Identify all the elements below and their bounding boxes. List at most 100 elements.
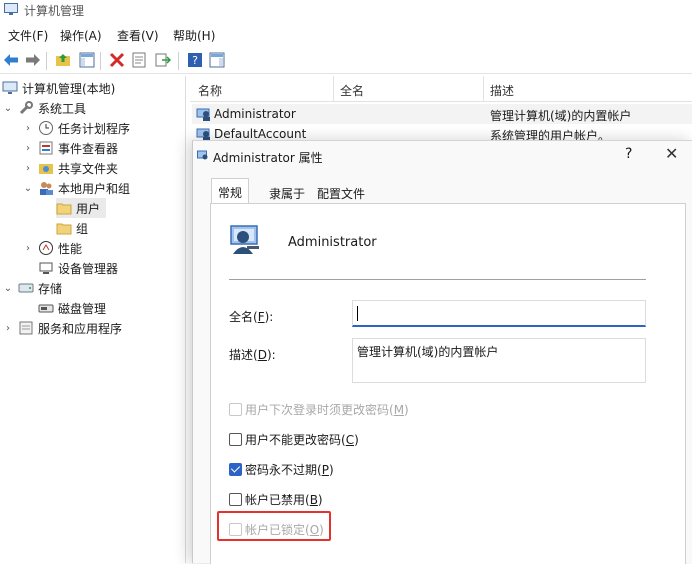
password-never-expires-checkbox[interactable] [229,462,242,476]
tree-item-performance[interactable]: › 性能 [22,238,82,258]
device-manager-icon [38,260,54,276]
must-change-password-option[interactable]: 用户下次登录时须更改密码(M) [229,400,409,418]
tree-item-services[interactable]: › 服务和应用程序 [2,318,122,338]
menu-bar: 文件(F) 操作(A) 查看(V) 帮助(H) [0,24,692,46]
services-icon [18,320,34,336]
toolbar-separator [178,52,179,70]
tree-label-groups: 组 [76,221,89,236]
chevron-right-icon[interactable]: › [2,323,14,334]
toolbar-separator [46,52,47,70]
disk-icon [38,300,54,316]
row-description: 管理计算机(域)的内置帐户 [490,109,632,123]
tree-label-event-viewer: 事件查看器 [58,141,119,156]
show-hide-tree-icon[interactable] [78,51,96,69]
tree-label-task-scheduler: 任务计划程序 [58,121,131,136]
tree-label-users: 用户 [76,201,101,216]
user-icon [196,106,212,122]
menu-file[interactable]: 文件(F) [8,27,48,44]
svg-text:?: ? [192,54,198,67]
help-icon[interactable]: ? [186,51,204,69]
column-header-name[interactable]: 名称 [198,82,222,99]
column-header-description[interactable]: 描述 [490,82,514,99]
cannot-change-password-option[interactable]: 用户不能更改密码(C) [229,430,359,448]
navigation-tree: 计算机管理(本地) ⌄ 系统工具 › 任务计划程序 › 事件查看器 › 共享文件… [0,76,186,563]
list-header: 名称 全名 描述 [190,76,692,102]
computer-management-icon [4,3,18,15]
chevron-down-icon[interactable]: ⌄ [2,103,14,114]
show-action-pane-icon[interactable] [208,51,226,69]
general-tab-panel: Administrator 全名(F): 描述(D): 管理计算机(域)的内置帐… [210,203,686,564]
forward-arrow-icon[interactable] [24,51,42,69]
tree-label-services: 服务和应用程序 [38,321,123,336]
event-log-icon [38,140,54,156]
menu-action[interactable]: 操作(A) [60,27,102,44]
tree-label-disk-management: 磁盘管理 [58,301,107,316]
tree-item-task-scheduler[interactable]: › 任务计划程序 [22,118,130,138]
window-title: 计算机管理 [24,4,85,18]
performance-icon [38,240,54,256]
cannot-change-password-checkbox[interactable] [229,432,242,446]
up-folder-icon[interactable] [54,51,72,69]
shared-folder-icon [38,160,54,176]
menu-help[interactable]: 帮助(H) [173,27,215,44]
description-label: 描述(D): [229,348,276,362]
tree-item-event-viewer[interactable]: › 事件查看器 [22,138,118,158]
chevron-right-icon[interactable]: › [22,163,34,174]
tools-icon [18,100,34,116]
chevron-down-icon[interactable]: ⌄ [22,183,34,194]
column-header-fullname[interactable]: 全名 [340,82,364,99]
highlight-box [217,511,331,541]
column-separator[interactable] [483,76,484,102]
tree-label-system-tools: 系统工具 [38,101,87,116]
password-never-expires-option[interactable]: 密码永不过期(P) [229,460,334,478]
tree-label-root: 计算机管理(本地) [22,81,116,96]
back-arrow-icon[interactable] [2,51,20,69]
chevron-down-icon[interactable]: ⌄ [2,283,14,294]
tree-item-shared-folders[interactable]: › 共享文件夹 [22,158,118,178]
title-bar: 计算机管理 [0,0,692,22]
user-name-heading: Administrator [288,235,377,250]
properties-icon[interactable] [130,51,148,69]
tree-item-local-users[interactable]: ⌄ 本地用户和组 [22,178,130,198]
tree-label-local-users: 本地用户和组 [58,181,131,196]
tree-item-storage[interactable]: ⌄ 存储 [2,278,62,298]
computer-icon [2,80,18,96]
tree-item-groups[interactable]: 组 [56,218,88,238]
chevron-right-icon[interactable]: › [22,123,34,134]
help-button[interactable]: ? [625,146,632,162]
tree-item-system-tools[interactable]: ⌄ 系统工具 [2,98,86,118]
tree-item-users[interactable]: 用户 [56,198,106,218]
delete-icon[interactable] [108,51,126,69]
user-icon [230,225,259,254]
tree-item-disk-management[interactable]: 磁盘管理 [38,298,106,318]
row-name: Administrator [214,107,296,121]
chevron-right-icon[interactable]: › [22,243,34,254]
row-name: DefaultAccount [214,127,307,141]
tree-item-root[interactable]: 计算机管理(本地) [2,78,115,98]
users-group-icon [38,180,54,196]
text-caret [357,306,358,321]
tab-profile[interactable]: 配置文件 [311,182,371,204]
tree-item-device-manager[interactable]: 设备管理器 [38,258,118,278]
account-disabled-checkbox[interactable] [229,492,242,506]
description-field[interactable]: 管理计算机(域)的内置帐户 [352,338,646,383]
menu-view[interactable]: 查看(V) [117,27,159,44]
toolbar-separator [100,52,101,70]
tab-member-of[interactable]: 隶属于 [263,182,311,204]
properties-dialog: Administrator 属性 ? ✕ 常规 隶属于 配置文件 Adminis… [192,140,692,564]
dialog-title: Administrator 属性 [213,151,323,165]
chevron-right-icon[interactable]: › [22,143,34,154]
fullname-field[interactable] [352,300,646,327]
column-separator[interactable] [333,76,334,102]
must-change-password-checkbox[interactable] [229,402,242,416]
export-list-icon[interactable] [154,51,172,69]
close-button[interactable]: ✕ [665,144,678,163]
account-disabled-option[interactable]: 帐户已禁用(B) [229,490,323,508]
table-row[interactable]: Administrator 管理计算机(域)的内置帐户 [192,104,692,124]
toolbar: ? [0,48,692,74]
divider [229,279,646,280]
tab-general[interactable]: 常规 [211,178,250,204]
clock-icon [38,120,54,136]
tree-label-performance: 性能 [58,241,83,256]
storage-icon [18,280,34,296]
